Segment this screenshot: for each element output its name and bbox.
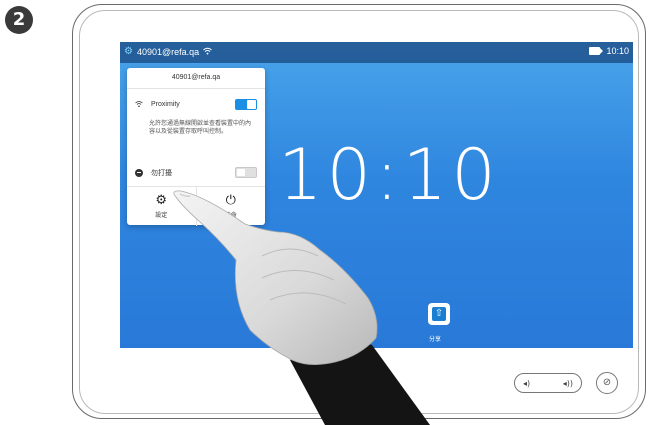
pointing-hand-illustration [173, 190, 430, 425]
